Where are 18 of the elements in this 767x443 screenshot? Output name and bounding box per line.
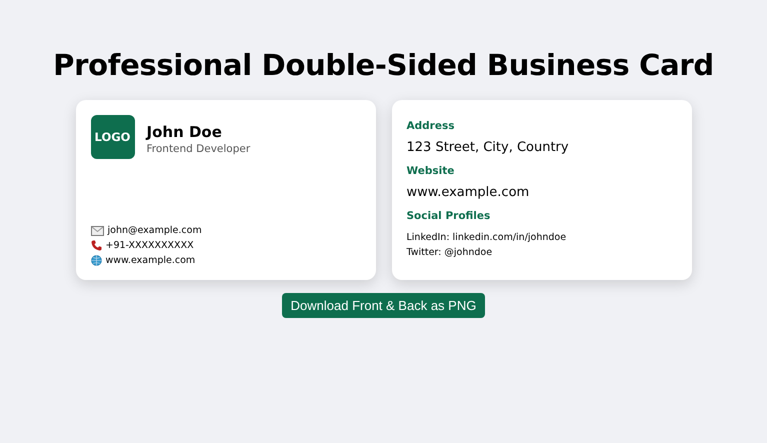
download-button[interactable]: Download Front & Back as PNG [282, 293, 486, 318]
section-heading: Website [406, 165, 456, 177]
globe-icon [90, 255, 102, 266]
info-text: www.example.com [406, 185, 530, 200]
job-title: Frontend Developer [146, 143, 250, 155]
section-heading: Social Profiles [406, 210, 492, 222]
contact-text: john@example.com [108, 224, 202, 238]
section-heading: Address [406, 120, 456, 132]
logo: LOGO [90, 115, 134, 159]
phone-icon [90, 240, 102, 251]
contact-text: www.example.com [106, 254, 196, 268]
person-name: John Doe [146, 123, 223, 141]
page-title: Professional Double-Sided Business Card [53, 48, 714, 82]
info-text: 123 Street, City, Country [406, 140, 570, 155]
contact-text: +91-XXXXXXXXXX [106, 239, 194, 253]
info-text: Twitter: @johndoe [406, 246, 494, 260]
envelope-icon [90, 226, 104, 236]
info-text: LinkedIn: linkedin.com/in/johndoe [406, 231, 568, 245]
